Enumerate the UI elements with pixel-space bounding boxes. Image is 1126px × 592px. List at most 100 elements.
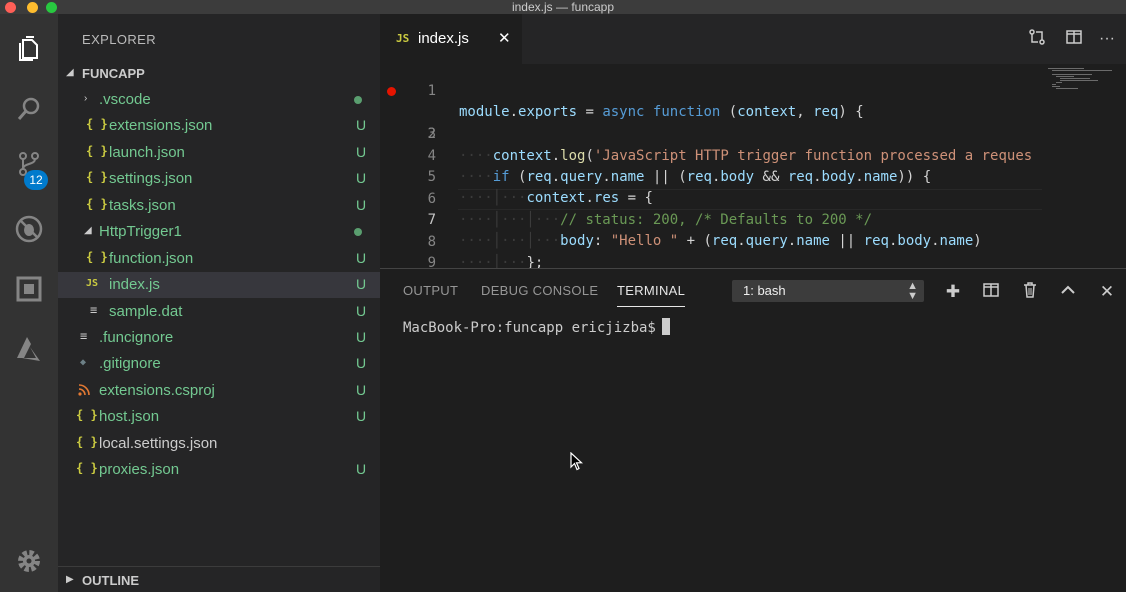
explorer-icon[interactable] <box>0 24 58 74</box>
more-actions-icon[interactable]: ··· <box>1096 28 1118 50</box>
git-status: U <box>356 276 367 292</box>
tree-file-index-js[interactable]: JS index.js U <box>58 272 380 298</box>
git-status: U <box>356 382 367 398</box>
json-file-icon: { } <box>76 408 98 422</box>
code-line: 5 ····│···context.res = { <box>380 145 1126 207</box>
code-line: 2 ····context.log('JavaScript HTTP trigg… <box>380 81 1126 164</box>
tree-file-local-settings-json[interactable]: { } local.settings.json <box>58 431 380 457</box>
code-line: 10 ····else { <box>380 253 1126 268</box>
trash-icon[interactable] <box>1019 281 1041 303</box>
close-icon[interactable]: ✕ <box>498 29 511 47</box>
activity-bar: 12 <box>0 14 58 592</box>
json-file-icon: { } <box>86 144 108 158</box>
code-line: 1 module.exports = async function (conte… <box>380 64 1126 121</box>
git-status: U <box>356 197 367 213</box>
code-editor[interactable]: 1 module.exports = async function (conte… <box>380 64 1126 268</box>
workspace-section-header[interactable]: ◢ FUNCAPP <box>58 62 380 84</box>
terminal-select[interactable]: 1: bash ▲ ▼ <box>732 280 924 302</box>
tree-label: .vscode <box>99 91 151 108</box>
tree-file-launch-json[interactable]: { } launch.json U <box>58 140 380 166</box>
split-terminal-icon[interactable] <box>980 281 1002 303</box>
git-status: U <box>356 461 367 477</box>
workspace-name: FUNCAPP <box>82 66 145 81</box>
tree-folder-httptrigger1[interactable]: ◢ HttpTrigger1 <box>58 219 380 245</box>
tab-index-js[interactable]: JS index.js ✕ <box>380 14 522 64</box>
js-file-icon: JS <box>396 32 410 45</box>
tree-file-gitignore[interactable]: ◆ .gitignore U <box>58 351 380 377</box>
bottom-panel: OUTPUT DEBUG CONSOLE TERMINAL 1: bash ▲ ▼… <box>380 268 1126 592</box>
json-file-icon: { } <box>86 170 108 184</box>
open-changes-icon[interactable] <box>1026 28 1048 50</box>
tree-label: extensions.csproj <box>99 382 215 399</box>
tree-folder-vscode[interactable]: › .vscode <box>58 87 380 113</box>
modified-dot <box>354 228 362 236</box>
code-line: 4 ····if (req.query.name || (req.body &&… <box>380 124 1126 186</box>
tree-file-extensions-csproj[interactable]: extensions.csproj U <box>58 378 380 404</box>
code-line: 6 ····│···│···// status: 200, /* Default… <box>380 167 1126 229</box>
terminal-prompt: MacBook-Pro:funcapp ericjizba$ <box>403 320 656 336</box>
git-status: U <box>356 408 367 424</box>
editor-tab-bar: JS index.js ✕ ··· <box>380 14 1126 64</box>
tree-label: sample.dat <box>109 303 183 320</box>
text-file-icon: ≡ <box>90 303 98 317</box>
terminal-output[interactable]: MacBook-Pro:funcapp ericjizba$ <box>403 318 670 336</box>
tree-file-extensions-json[interactable]: { } extensions.json U <box>58 113 380 139</box>
close-icon[interactable]: ✕ <box>1096 281 1118 303</box>
tree-file-function-json[interactable]: { } function.json U <box>58 246 380 272</box>
chevron-right-icon: › <box>84 93 88 104</box>
git-status: U <box>356 329 367 345</box>
terminal-cursor <box>661 318 670 335</box>
extensions-icon[interactable] <box>0 264 58 314</box>
azure-icon[interactable] <box>0 324 58 374</box>
tree-file-sample-dat[interactable]: ≡ sample.dat U <box>58 299 380 325</box>
rss-file-icon <box>78 384 90 399</box>
explorer-sidebar: EXPLORER ◢ FUNCAPP › .vscode { } extensi… <box>58 14 380 592</box>
plus-icon[interactable]: ✚ <box>942 281 964 303</box>
git-status: U <box>356 117 367 133</box>
minimap[interactable] <box>1044 64 1126 268</box>
active-tab-indicator <box>617 306 685 307</box>
tree-label: extensions.json <box>109 117 213 134</box>
tree-label: function.json <box>109 250 194 267</box>
code-line: 7 ····│···│···body: "Hello " + (req.quer… <box>380 188 1126 250</box>
source-control-badge: 12 <box>24 170 48 190</box>
git-status: U <box>356 170 367 186</box>
js-file-icon: JS <box>86 278 99 289</box>
debug-icon[interactable] <box>0 204 58 254</box>
select-arrows-icon: ▲ ▼ <box>907 280 918 302</box>
tree-file-settings-json[interactable]: { } settings.json U <box>58 166 380 192</box>
tree-file-host-json[interactable]: { } host.json U <box>58 404 380 430</box>
tab-debug-console[interactable]: DEBUG CONSOLE <box>481 283 598 298</box>
git-status: U <box>356 303 367 319</box>
tree-file-proxies-json[interactable]: { } proxies.json U <box>58 457 380 483</box>
mouse-pointer-icon <box>570 452 584 471</box>
tree-label: local.settings.json <box>99 435 218 452</box>
chevron-down-icon: ◢ <box>66 67 74 78</box>
git-file-icon: ◆ <box>80 357 87 368</box>
outline-section-header[interactable]: ▶ OUTLINE <box>58 566 380 592</box>
window-title: index.js — funcapp <box>511 0 615 14</box>
text-file-icon: ≡ <box>80 329 88 343</box>
breakpoint-icon[interactable] <box>387 87 396 96</box>
json-file-icon: { } <box>76 435 98 449</box>
chevron-down-icon: ◢ <box>84 225 92 236</box>
json-file-icon: { } <box>76 461 98 475</box>
json-file-icon: { } <box>86 250 108 264</box>
tree-file-tasks-json[interactable]: { } tasks.json U <box>58 193 380 219</box>
split-editor-icon[interactable] <box>1063 28 1085 50</box>
modified-dot <box>354 96 362 104</box>
tree-label: index.js <box>109 276 160 293</box>
git-status: U <box>356 355 367 371</box>
git-status: U <box>356 144 367 160</box>
tree-label: tasks.json <box>109 197 176 214</box>
tab-terminal[interactable]: TERMINAL <box>617 283 685 298</box>
tab-output[interactable]: OUTPUT <box>403 283 458 298</box>
tree-file-funcignore[interactable]: ≡ .funcignore U <box>58 325 380 351</box>
search-icon[interactable] <box>0 84 58 134</box>
code-line: 8 ····│···}; <box>380 210 1126 269</box>
outline-label: OUTLINE <box>82 573 140 588</box>
chevron-up-icon[interactable] <box>1057 281 1079 303</box>
tree-label: HttpTrigger1 <box>99 223 182 240</box>
gear-icon[interactable] <box>0 536 58 586</box>
tab-label: index.js <box>418 30 469 47</box>
